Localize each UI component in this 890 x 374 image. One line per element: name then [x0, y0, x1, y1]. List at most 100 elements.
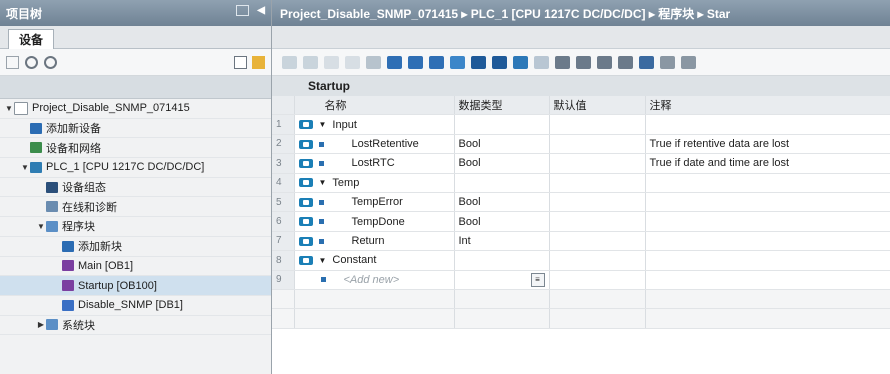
default-value-cell[interactable]	[549, 153, 646, 174]
align-left-icon[interactable]	[387, 55, 402, 69]
default-value-cell[interactable]	[549, 211, 646, 232]
tree-item[interactable]: ▼ Project_Disable_SNMP_071415	[0, 99, 271, 119]
expand-caret-icon[interactable]: ▶	[36, 320, 46, 329]
comment-icon[interactable]	[450, 55, 465, 69]
reset-icon[interactable]	[345, 55, 360, 69]
editor-toolbar	[272, 49, 890, 76]
table-row[interactable]: 3 LostRTC Bool True if date and time are lo…	[272, 153, 890, 174]
comment-cell[interactable]	[645, 192, 890, 213]
name-cell[interactable]: ▼ Temp	[294, 173, 455, 193]
align-center-icon[interactable]	[408, 55, 423, 69]
section-expand-icon[interactable]: ▼	[319, 256, 327, 265]
name-cell[interactable]: <Add new>	[294, 270, 455, 290]
table-row[interactable]: 8 ▼ Constant	[272, 250, 890, 271]
datatype-picker-icon[interactable]: ≡	[530, 272, 545, 287]
table-row[interactable]: 6 TempDone Bool	[272, 211, 890, 232]
tree-item[interactable]: ▼ PLC_1 [CPU 1217C DC/DC/DC]	[0, 158, 271, 178]
overview-icon[interactable]	[252, 55, 265, 69]
monitor-icon[interactable]	[324, 55, 339, 69]
comment-cell[interactable]	[645, 250, 890, 271]
snapshot-icon[interactable]	[366, 55, 381, 69]
row-number: 1	[272, 114, 295, 135]
datatype-cell[interactable]: Bool	[454, 134, 550, 155]
comment-cell[interactable]	[645, 270, 890, 290]
default-value-cell[interactable]	[549, 134, 646, 155]
datatype-cell[interactable]: Bool	[454, 192, 550, 213]
tree-item[interactable]: 设备组态	[0, 178, 271, 198]
default-value-cell[interactable]	[549, 231, 646, 252]
tree-item[interactable]: ▶ 系统块	[0, 316, 271, 336]
datatype-cell[interactable]: Bool	[454, 153, 550, 174]
table-row[interactable]: 4 ▼ Temp	[272, 173, 890, 193]
outdent-icon[interactable]	[681, 55, 696, 69]
disabled-tool-icon[interactable]	[534, 55, 549, 69]
modify-icon[interactable]	[639, 55, 654, 69]
tree-item[interactable]: 添加新设备	[0, 119, 271, 139]
comment-cell[interactable]	[645, 231, 890, 252]
tree-item[interactable]: 在线和诊断	[0, 197, 271, 218]
table-row[interactable]: 2 LostRetentive Bool True if retentive data…	[272, 134, 890, 155]
comment-cell[interactable]	[645, 114, 890, 135]
comment-cell[interactable]: True if date and time are lost	[645, 153, 890, 174]
table-row[interactable]: 5 TempError Bool	[272, 192, 890, 213]
default-value-cell[interactable]	[549, 270, 646, 290]
name-cell[interactable]: LostRetentive	[294, 134, 455, 155]
indent-icon[interactable]	[660, 55, 675, 69]
collapse-icon[interactable]	[492, 55, 507, 69]
force-icon[interactable]	[618, 55, 633, 69]
comment-cell[interactable]	[645, 211, 890, 232]
panel-layout-icon[interactable]	[236, 5, 250, 16]
go-online-icon[interactable]	[25, 55, 38, 69]
expand-caret-icon[interactable]: ▼	[20, 163, 30, 172]
datatype-cell[interactable]: ≡	[454, 270, 550, 290]
expand-caret-icon[interactable]: ▼	[4, 104, 14, 113]
name-cell[interactable]: ▼ Constant	[294, 250, 455, 271]
column-header-comment[interactable]: 注释	[645, 96, 890, 116]
name-cell[interactable]: Return	[294, 231, 455, 252]
section-expand-icon[interactable]: ▼	[319, 120, 327, 129]
name-cell[interactable]: TempError	[294, 192, 455, 213]
column-header-default[interactable]: 默认值	[549, 96, 646, 116]
db-icon	[62, 299, 74, 311]
tab-devices[interactable]: 设备	[8, 29, 55, 50]
datatype-cell[interactable]: Bool	[454, 211, 550, 232]
tree-item[interactable]: Main [OB1]	[0, 257, 271, 277]
grid-view-icon[interactable]	[234, 55, 247, 69]
tree-item[interactable]: 添加新块	[0, 237, 271, 257]
name-cell[interactable]: ▼ Input	[294, 114, 455, 135]
collapse-panel-icon[interactable]: ◀	[257, 5, 265, 16]
new-page-icon[interactable]	[6, 55, 19, 69]
tree-item[interactable]: 设备和网络	[0, 138, 271, 159]
table-row[interactable]: 1 ▼ Input	[272, 114, 890, 135]
comment-cell[interactable]	[645, 173, 890, 193]
column-header-datatype[interactable]: 数据类型	[454, 96, 550, 116]
datatype-cell[interactable]	[454, 173, 550, 193]
watch-icon[interactable]	[597, 55, 612, 69]
name-cell[interactable]: LostRTC	[294, 153, 455, 174]
tree-item[interactable]: Startup [OB100]	[0, 276, 271, 296]
insert-row-icon[interactable]	[282, 55, 297, 69]
expand-caret-icon[interactable]: ▼	[36, 222, 46, 231]
datatype-cell[interactable]	[454, 250, 550, 271]
link-icon[interactable]	[555, 55, 570, 69]
list-icon[interactable]	[513, 55, 528, 69]
tree-item[interactable]: Disable_SNMP [DB1]	[0, 296, 271, 316]
column-header-name[interactable]: 名称	[294, 96, 455, 116]
default-value-cell[interactable]	[549, 250, 646, 271]
name-cell[interactable]: TempDone	[294, 211, 455, 232]
default-value-cell[interactable]	[549, 114, 646, 135]
default-value-cell[interactable]	[549, 173, 646, 193]
align-right-icon[interactable]	[429, 55, 444, 69]
go-offline-icon[interactable]	[44, 55, 57, 69]
table-row[interactable]: 7 Return Int	[272, 231, 890, 252]
default-value-cell[interactable]	[549, 192, 646, 213]
expand-icon[interactable]	[471, 55, 486, 69]
section-expand-icon[interactable]: ▼	[319, 178, 327, 187]
tree-item[interactable]: ▼ 程序块	[0, 217, 271, 237]
add-row-icon[interactable]	[303, 55, 318, 69]
datatype-cell[interactable]: Int	[454, 231, 550, 252]
table-row[interactable]: 9 <Add new> ≡	[272, 270, 890, 290]
call-icon[interactable]	[576, 55, 591, 69]
comment-cell[interactable]: True if retentive data are lost	[645, 134, 890, 155]
datatype-cell[interactable]	[454, 114, 550, 135]
